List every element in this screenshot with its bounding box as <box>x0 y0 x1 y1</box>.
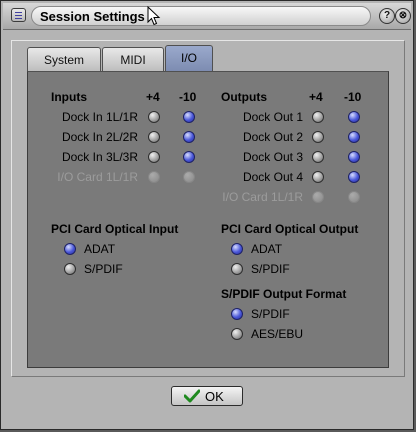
output-label-io-card: I/O Card 1L/1R <box>222 190 303 204</box>
outputs-col-plus4: +4 <box>309 90 323 104</box>
close-button[interactable]: ⊗ <box>395 8 411 24</box>
outputs-col-minus10: -10 <box>344 90 362 104</box>
pci-optical-input-header: PCI Card Optical Input <box>51 222 179 236</box>
output-2-plus4-radio[interactable] <box>312 131 324 143</box>
inputs-header: Inputs <box>51 90 87 104</box>
pci-optical-output-header: PCI Card Optical Output <box>221 222 359 236</box>
pci-output-spdif-label[interactable]: S/PDIF <box>251 262 290 276</box>
pci-output-adat-radio[interactable] <box>231 243 243 255</box>
io-tab-panel: Inputs +4 -10 Dock In 1L/1R Dock In 2L/2… <box>27 71 389 368</box>
ok-button[interactable]: OK <box>171 386 243 406</box>
spdif-format-spdif-radio[interactable] <box>231 308 243 320</box>
output-3-plus4-radio[interactable] <box>312 151 324 163</box>
pci-input-spdif-label[interactable]: S/PDIF <box>84 262 123 276</box>
output-5-minus10-radio-disabled <box>348 191 360 203</box>
output-4-plus4-radio[interactable] <box>312 171 324 183</box>
output-label-dock-out-2: Dock Out 2 <box>242 130 303 144</box>
pci-input-adat-label[interactable]: ADAT <box>84 242 115 256</box>
title-well: Session Settings <box>31 6 371 26</box>
session-settings-window: Session Settings ? ⊗ System MIDI I/O Inp… <box>0 0 414 430</box>
dialog-content: System MIDI I/O Inputs +4 -10 Dock In 1L… <box>3 30 411 427</box>
ok-button-label: OK <box>205 389 224 404</box>
output-1-minus10-radio[interactable] <box>348 111 360 123</box>
input-label-dock-in-2: Dock In 2L/2R <box>61 130 138 144</box>
pci-output-spdif-radio[interactable] <box>231 263 243 275</box>
spdif-format-aesebu-radio[interactable] <box>231 328 243 340</box>
output-1-plus4-radio[interactable] <box>312 111 324 123</box>
checkmark-icon <box>184 389 200 403</box>
input-4-plus4-radio-disabled <box>148 171 160 183</box>
title-bar[interactable]: Session Settings ? ⊗ <box>3 3 411 30</box>
tab-io[interactable]: I/O <box>165 45 213 72</box>
tab-midi[interactable]: MIDI <box>102 47 164 72</box>
pci-input-adat-radio[interactable] <box>64 243 76 255</box>
pci-output-adat-label[interactable]: ADAT <box>251 242 282 256</box>
spdif-format-aesebu-label[interactable]: AES/EBU <box>251 327 303 341</box>
input-label-dock-in-3: Dock In 3L/3R <box>61 150 138 164</box>
output-3-minus10-radio[interactable] <box>348 151 360 163</box>
help-button[interactable]: ? <box>379 8 395 24</box>
input-1-plus4-radio[interactable] <box>148 111 160 123</box>
window-menu-icon[interactable] <box>11 8 26 22</box>
output-4-minus10-radio[interactable] <box>348 171 360 183</box>
output-label-dock-out-3: Dock Out 3 <box>242 150 303 164</box>
input-label-dock-in-1: Dock In 1L/1R <box>61 110 138 124</box>
mouse-cursor-icon <box>147 6 161 26</box>
input-2-plus4-radio[interactable] <box>148 131 160 143</box>
spdif-output-format-header: S/PDIF Output Format <box>221 287 347 301</box>
tab-system[interactable]: System <box>27 47 101 72</box>
output-label-dock-out-1: Dock Out 1 <box>242 110 303 124</box>
output-5-plus4-radio-disabled <box>312 191 324 203</box>
input-label-io-card: I/O Card 1L/1R <box>57 170 138 184</box>
input-3-plus4-radio[interactable] <box>148 151 160 163</box>
window-title: Session Settings <box>40 9 145 24</box>
output-label-dock-out-4: Dock Out 4 <box>242 170 303 184</box>
outputs-header: Outputs <box>221 90 267 104</box>
pci-input-spdif-radio[interactable] <box>64 263 76 275</box>
output-2-minus10-radio[interactable] <box>348 131 360 143</box>
spdif-format-spdif-label[interactable]: S/PDIF <box>251 307 290 321</box>
inputs-col-plus4: +4 <box>146 90 160 104</box>
inputs-col-minus10: -10 <box>179 90 197 104</box>
